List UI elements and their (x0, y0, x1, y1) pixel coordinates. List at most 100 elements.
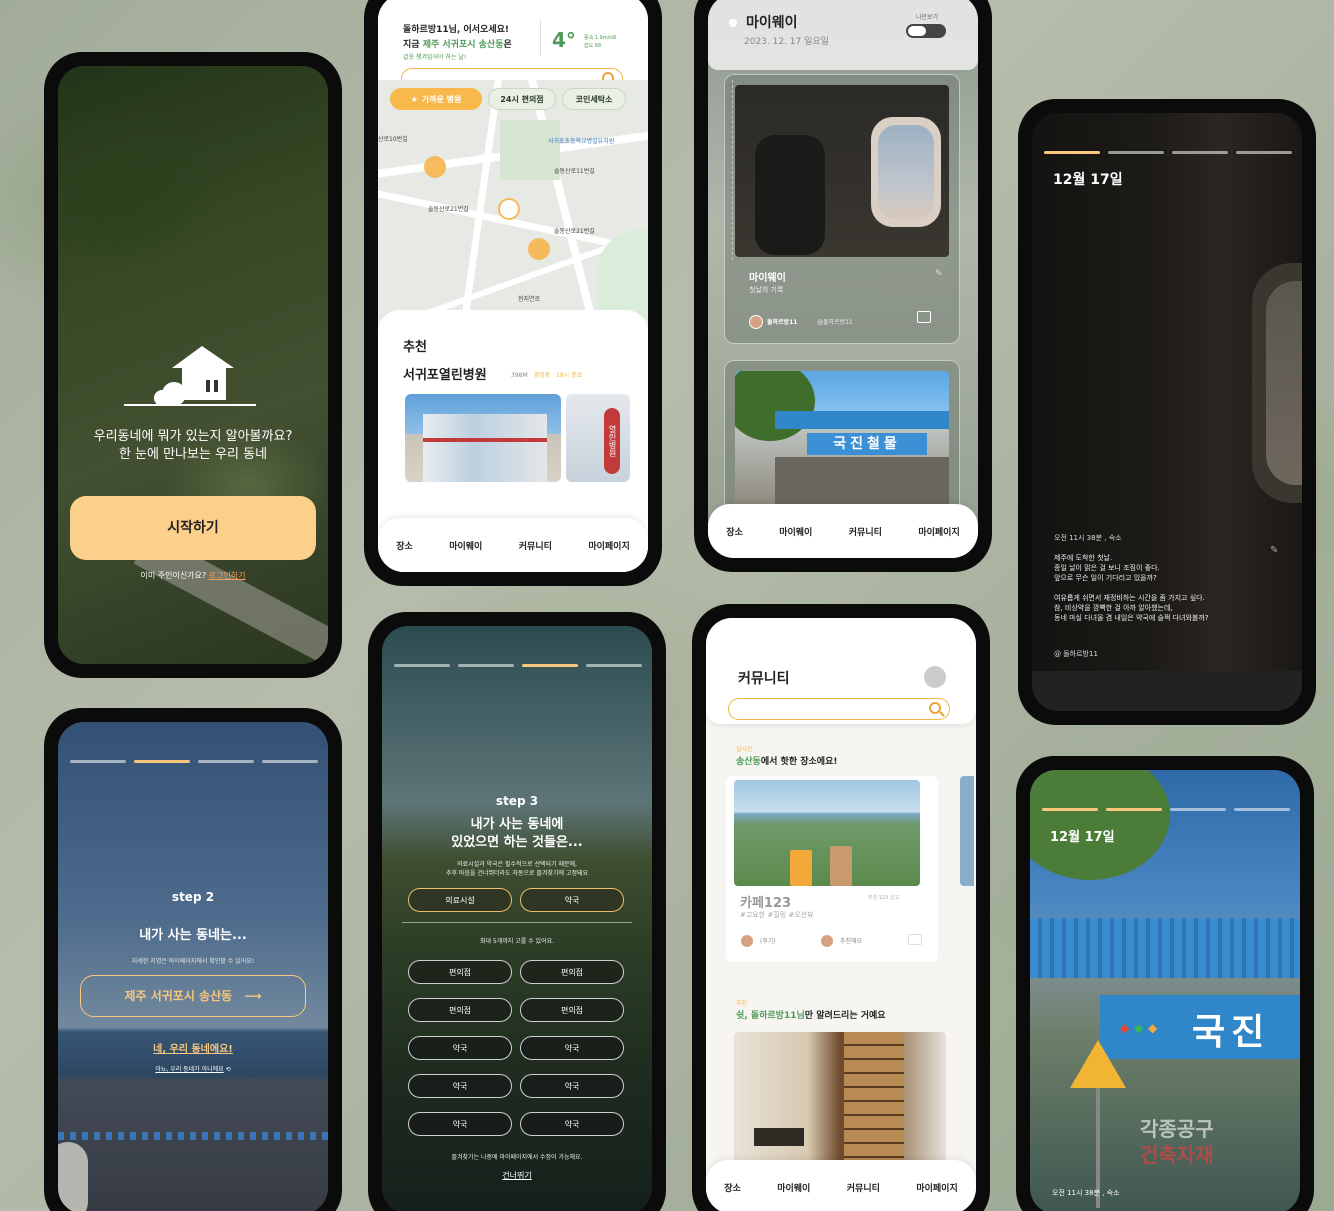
tree (1030, 770, 1170, 880)
story-date: 12월 17일 (1053, 172, 1123, 188)
comment-icon[interactable] (917, 311, 931, 323)
option-button[interactable]: 편의점 (408, 960, 512, 984)
login-row: 이미 주인이신가요? 로그인하기 (58, 570, 328, 581)
body-line: 종일 날이 맑은 걸 보니 조짐이 좋다. (1054, 564, 1160, 572)
nav-myway[interactable]: 마이웨이 (449, 539, 482, 552)
location-suffix: 은 (503, 40, 512, 50)
step-title-line2: 있었으면 하는 것들은... (451, 835, 583, 850)
myway-card[interactable]: 마이웨이 첫날의 기록 ✎ 돌하르방11 @돌하르방11 (724, 74, 960, 344)
cafe-card[interactable]: 카페123 추천 123 신고 #고요한 #힐링 #오션뷰 (후기) 추천해요 (726, 776, 938, 962)
cafe-name: 카페123 (740, 896, 792, 911)
login-link[interactable]: 로그인하기 (209, 571, 246, 580)
option-button[interactable]: 약국 (408, 1112, 512, 1136)
progress-segment (1172, 151, 1228, 154)
edit-icon[interactable]: ✎ (935, 269, 943, 279)
profile-icon[interactable] (924, 666, 946, 688)
map-view[interactable]: 산로10번길 서귀포초등학교병설유치원 솔동산로11번길 솔동산로21번길 솔동… (378, 80, 648, 320)
confirm-link[interactable]: 네, 우리 동네에요! (58, 1040, 328, 1055)
desc-line: 의료시설과 약국은 필수적으로 선택되기 때문에, (457, 861, 577, 868)
option-button[interactable]: 편의점 (520, 960, 624, 984)
avatar (740, 934, 754, 948)
map-pin[interactable] (424, 156, 446, 178)
nav-mypage[interactable]: 마이페이지 (916, 1181, 957, 1194)
nav-place[interactable]: 장소 (724, 1181, 741, 1194)
progress-segment (1236, 151, 1292, 154)
place-photo[interactable]: 열린병원 (566, 394, 630, 482)
map-pin[interactable] (528, 238, 550, 260)
chip-laundry[interactable]: 코인세탁소 (562, 88, 626, 110)
option-button[interactable]: 편의점 (520, 998, 624, 1022)
nav-community[interactable]: 커뮤니티 (849, 525, 882, 538)
greeting: 돌하르방11님, 어서오세요! (403, 25, 509, 35)
realtime-title: 송산동에서 핫한 장소에요! (736, 754, 837, 767)
myway-card-2[interactable]: 국진철물 (724, 360, 960, 520)
card-handle: @돌하르방11 (817, 319, 853, 326)
weather-detail2: 습도 68 (584, 43, 602, 49)
phone-community: 커뮤니티 실시간 송산동에서 핫한 장소에요! 카페123 추천 123 신고 … (692, 604, 990, 1211)
option-button[interactable]: 약국 (520, 1112, 624, 1136)
map-pin-current[interactable] (498, 198, 520, 220)
progress-segment (586, 664, 642, 667)
nav-mypage[interactable]: 마이페이지 (918, 525, 959, 538)
temperature: 4° (552, 28, 576, 52)
house-icon (122, 344, 262, 414)
headline-line2: 한 눈에 만나보는 우리 동네 (118, 447, 268, 462)
diamond-icon: ◆ (1134, 1021, 1144, 1035)
nav-place[interactable]: 장소 (726, 525, 743, 538)
place-close: 18시 종료 (556, 372, 583, 379)
card-user: 돌하르방11 (767, 319, 798, 326)
map-label: 솔동산로21번길 (428, 206, 469, 213)
step-title-line1: 내가 사는 동네에 (470, 817, 564, 832)
onboarding-headline: 우리동네에 뭐가 있는지 알아볼까요? 한 눈에 만나보는 우리 동네 (58, 428, 328, 464)
chip-hospital[interactable]: ★ 가까운 병원 (390, 88, 482, 110)
cafe-photo (734, 780, 920, 886)
deny-link[interactable]: 아뇨, 우리 동네가 아니에요 ⟲ (58, 1064, 328, 1073)
option-button[interactable]: 편의점 (408, 998, 512, 1022)
option-button[interactable]: 약국 (408, 1074, 512, 1098)
story-meta: 오전 11시 38분 , 숙소 (1054, 534, 1122, 542)
option-button[interactable]: 약국 (408, 1036, 512, 1060)
option-button[interactable]: 약국 (520, 1036, 624, 1060)
story-handle: @ 돌하르방11 (1054, 650, 1098, 658)
chip-convenience[interactable]: 24시 편의점 (488, 88, 556, 110)
map-label: 서귀포초등학교병설유치원 (548, 138, 615, 145)
nav-community[interactable]: 커뮤니티 (847, 1181, 880, 1194)
caution-sign-icon (1070, 1040, 1126, 1088)
rec-photo[interactable] (734, 1032, 946, 1162)
story-progress (1042, 808, 1290, 811)
section-title: 추천 (403, 340, 427, 355)
search-input[interactable] (728, 698, 950, 720)
skip-link[interactable]: 건너뛰기 (382, 1170, 652, 1181)
start-button[interactable]: 시작하기 (70, 496, 316, 560)
place-distance: 398M (511, 372, 528, 379)
map-road (526, 80, 598, 320)
window-shape (1252, 263, 1302, 503)
myway-title: 마이웨이 (746, 15, 798, 31)
place-photo[interactable] (405, 394, 561, 482)
option-button[interactable]: 약국 (520, 1074, 624, 1098)
nav-place[interactable]: 장소 (396, 539, 413, 552)
step-hint: 자세한 지명은 마이페이지에서 확인할 수 있어요! (131, 958, 255, 965)
rec-title: 쉿, 돌하르방11님만 알려드리는 거예요 (736, 1008, 886, 1021)
progress-segment (1042, 808, 1098, 811)
story-footer (1032, 671, 1302, 711)
chip-label: 가까운 병원 (421, 94, 462, 104)
divider (540, 20, 541, 56)
cafe-tags: #고요한 #힐링 #오션뷰 (740, 911, 814, 919)
comment-icon[interactable] (908, 934, 922, 945)
private-toggle[interactable] (906, 24, 946, 38)
search-icon[interactable] (929, 702, 941, 714)
edit-icon[interactable]: ✎ (1270, 545, 1278, 556)
option-pharmacy[interactable]: 약국 (520, 888, 624, 912)
window (871, 117, 941, 227)
nav-myway[interactable]: 마이웨이 (777, 1181, 810, 1194)
bookshelf (844, 1032, 904, 1162)
nav-myway[interactable]: 마이웨이 (779, 525, 812, 538)
location-button[interactable]: 제주 서귀포시 송산동 ⟶ (80, 975, 306, 1017)
progress-segment (198, 760, 254, 763)
place-name[interactable]: 서귀포열린병원 (403, 364, 487, 383)
nav-mypage[interactable]: 마이페이지 (588, 539, 629, 552)
option-medical[interactable]: 의료시설 (408, 888, 512, 912)
nav-community[interactable]: 커뮤니티 (519, 539, 552, 552)
